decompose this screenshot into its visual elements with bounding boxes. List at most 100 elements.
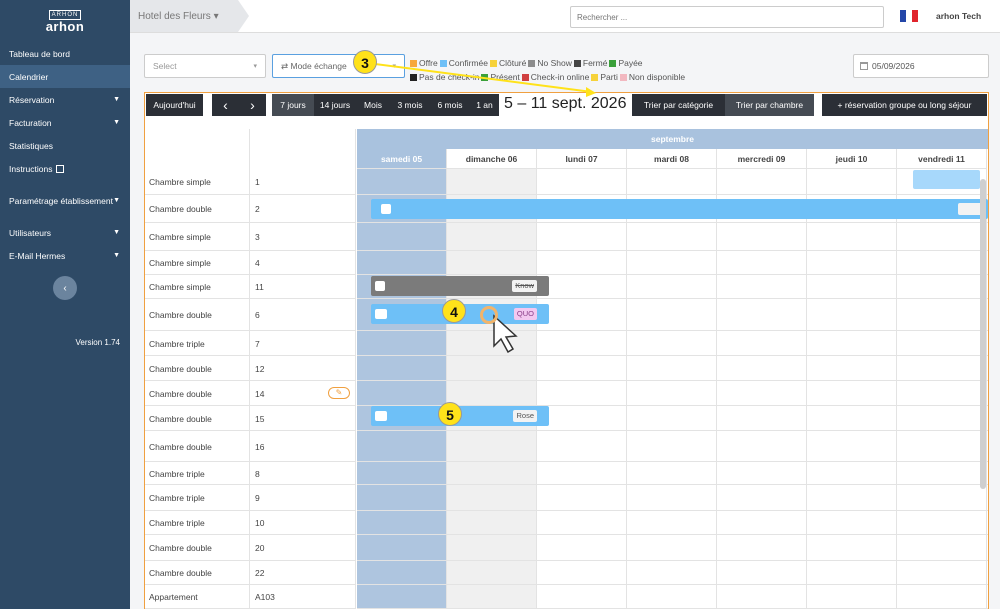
room-row[interactable]: Chambre double 14 xyxy=(145,381,356,406)
next-button[interactable]: › xyxy=(239,94,266,116)
day-header: vendredi 11 xyxy=(897,149,987,169)
grid-line xyxy=(357,461,988,462)
grid-line xyxy=(357,274,988,275)
language-flag-icon[interactable] xyxy=(900,10,918,22)
legend-item: Fermé xyxy=(573,56,607,70)
sidebar-item-label: Tableau de bord xyxy=(9,48,70,59)
sidebar-item-email-hermes[interactable]: E-Mail Hermes ▼ xyxy=(0,244,130,267)
legend-item: Payée xyxy=(609,56,643,70)
legend-swatch xyxy=(528,59,536,67)
sidebar-item-label: Paramétrage établissement xyxy=(9,195,113,206)
view-3-months[interactable]: 3 mois xyxy=(390,94,430,116)
grid-line xyxy=(357,584,988,585)
annotation-5: 5 xyxy=(438,402,462,426)
reservation-bar-room-1[interactable] xyxy=(913,170,980,189)
room-row[interactable]: Chambre double 15 xyxy=(145,406,356,431)
room-row[interactable]: Chambre simple 11 xyxy=(145,275,356,299)
chevron-down-icon: ▼ xyxy=(113,197,120,204)
user-name[interactable]: arhon Tech xyxy=(936,11,981,21)
view-1-year[interactable]: 1 an xyxy=(470,94,499,116)
sidebar-item-users[interactable]: Utilisateurs ▼ xyxy=(0,221,130,244)
sidebar-item-label: E-Mail Hermes xyxy=(9,250,66,261)
room-row[interactable]: Chambre double 2 xyxy=(145,195,356,223)
sidebar-item-statistics[interactable]: Statistiques xyxy=(0,134,130,157)
room-row[interactable]: Chambre triple 7 xyxy=(145,331,356,356)
view-7-days[interactable]: 7 jours xyxy=(272,94,314,116)
sort-by-category-button[interactable]: Trier par catégorie xyxy=(632,94,725,116)
cleaning-brush-icon[interactable]: ✎ xyxy=(328,387,350,399)
room-number: 1 xyxy=(255,177,260,187)
view-month[interactable]: Mois xyxy=(356,94,390,116)
room-category: Chambre triple xyxy=(149,468,205,479)
person-icon xyxy=(381,204,391,214)
top-header: Hotel des Fleurs ▾ arhon Tech xyxy=(130,0,1000,33)
room-number: 4 xyxy=(255,258,260,268)
legend-item: No Show xyxy=(528,56,572,70)
hotel-selector[interactable]: Hotel des Fleurs ▾ xyxy=(130,0,238,32)
day-header: mardi 08 xyxy=(627,149,717,169)
category-select[interactable]: Select ▾ xyxy=(144,54,266,78)
room-row[interactable]: Chambre double 6 xyxy=(145,299,356,331)
reservation-bar-room-11[interactable]: Know xyxy=(371,276,549,296)
prev-button[interactable]: ‹ xyxy=(212,94,239,116)
legend-item: Confirmée xyxy=(439,56,488,70)
sidebar-item-settings[interactable]: Paramétrage établissement ▼ xyxy=(0,189,130,212)
legend-item: Clôturé xyxy=(489,56,527,70)
legend-label: Offre xyxy=(419,58,438,68)
reservation-bar-room-2[interactable] xyxy=(371,199,988,219)
legend-label: Présent xyxy=(490,72,520,82)
room-category: Chambre double xyxy=(149,204,212,214)
room-number: 3 xyxy=(255,232,260,242)
room-row[interactable]: Chambre double 20 xyxy=(145,535,356,561)
view-6-months[interactable]: 6 mois xyxy=(430,94,470,116)
select-value: ⇄ Mode échange xyxy=(281,60,347,71)
sidebar-item-instructions[interactable]: Instructions xyxy=(0,157,130,180)
legend-item: Offre xyxy=(410,56,438,70)
room-number: 10 xyxy=(255,518,265,528)
mode-select[interactable]: ⇄ Mode échange ▾ xyxy=(272,54,405,78)
room-row[interactable]: Chambre triple 8 xyxy=(145,462,356,485)
sidebar-item-calendar[interactable]: Calendrier xyxy=(0,65,130,88)
room-row[interactable]: Appartement A103 xyxy=(145,585,356,609)
sort-by-room-button[interactable]: Trier par chambre xyxy=(725,94,814,116)
legend-label: Clôturé xyxy=(498,58,527,68)
grid-line xyxy=(357,330,988,331)
legend-item: Non disponible xyxy=(619,70,685,84)
room-row[interactable]: Chambre triple 10 xyxy=(145,511,356,535)
sidebar-item-reservation[interactable]: Réservation ▼ xyxy=(0,88,130,111)
collapse-sidebar-button[interactable]: ‹ xyxy=(53,276,77,300)
view-14-days[interactable]: 14 jours xyxy=(314,94,356,116)
arhon-logo[interactable]: ARHON arhon xyxy=(0,0,130,40)
room-row[interactable]: Chambre triple 9 xyxy=(145,485,356,511)
today-button[interactable]: Aujourd'hui xyxy=(146,94,203,116)
room-row[interactable]: Chambre double 22 xyxy=(145,561,356,585)
legend-swatch xyxy=(591,73,599,81)
grid-line xyxy=(896,169,897,609)
vertical-scrollbar[interactable] xyxy=(980,179,986,489)
legend-item: Pas de check-in xyxy=(410,70,479,84)
date-field[interactable]: 05/09/2026 xyxy=(853,54,989,78)
select-value: Select xyxy=(153,61,177,71)
grid-line xyxy=(536,169,537,609)
room-row[interactable]: Chambre simple 1 xyxy=(145,169,356,195)
room-row[interactable]: Chambre double 12 xyxy=(145,356,356,381)
chevron-down-icon: ▾ xyxy=(392,63,396,70)
room-row[interactable]: Chambre double 16 xyxy=(145,431,356,462)
room-row[interactable]: Chambre simple 4 xyxy=(145,251,356,275)
room-number: 20 xyxy=(255,543,265,553)
legend-label: Confirmée xyxy=(448,58,488,68)
legend-swatch xyxy=(410,73,417,81)
grid-line xyxy=(357,222,988,223)
search-input[interactable] xyxy=(570,6,884,28)
chevron-down-icon: ▾ xyxy=(253,63,257,70)
group-reservation-button[interactable]: + réservation groupe ou long séjour xyxy=(822,94,987,116)
sidebar-item-dashboard[interactable]: Tableau de bord xyxy=(0,42,130,65)
sidebar-item-billing[interactable]: Facturation ▼ xyxy=(0,111,130,134)
legend-item: Présent xyxy=(481,70,520,84)
day-header: jeudi 10 xyxy=(807,149,897,169)
legend-swatch xyxy=(439,59,447,67)
room-row[interactable]: Chambre simple 3 xyxy=(145,223,356,251)
room-number: 12 xyxy=(255,363,265,374)
chevron-down-icon: ▼ xyxy=(113,252,120,259)
room-category: Appartement xyxy=(149,592,198,602)
